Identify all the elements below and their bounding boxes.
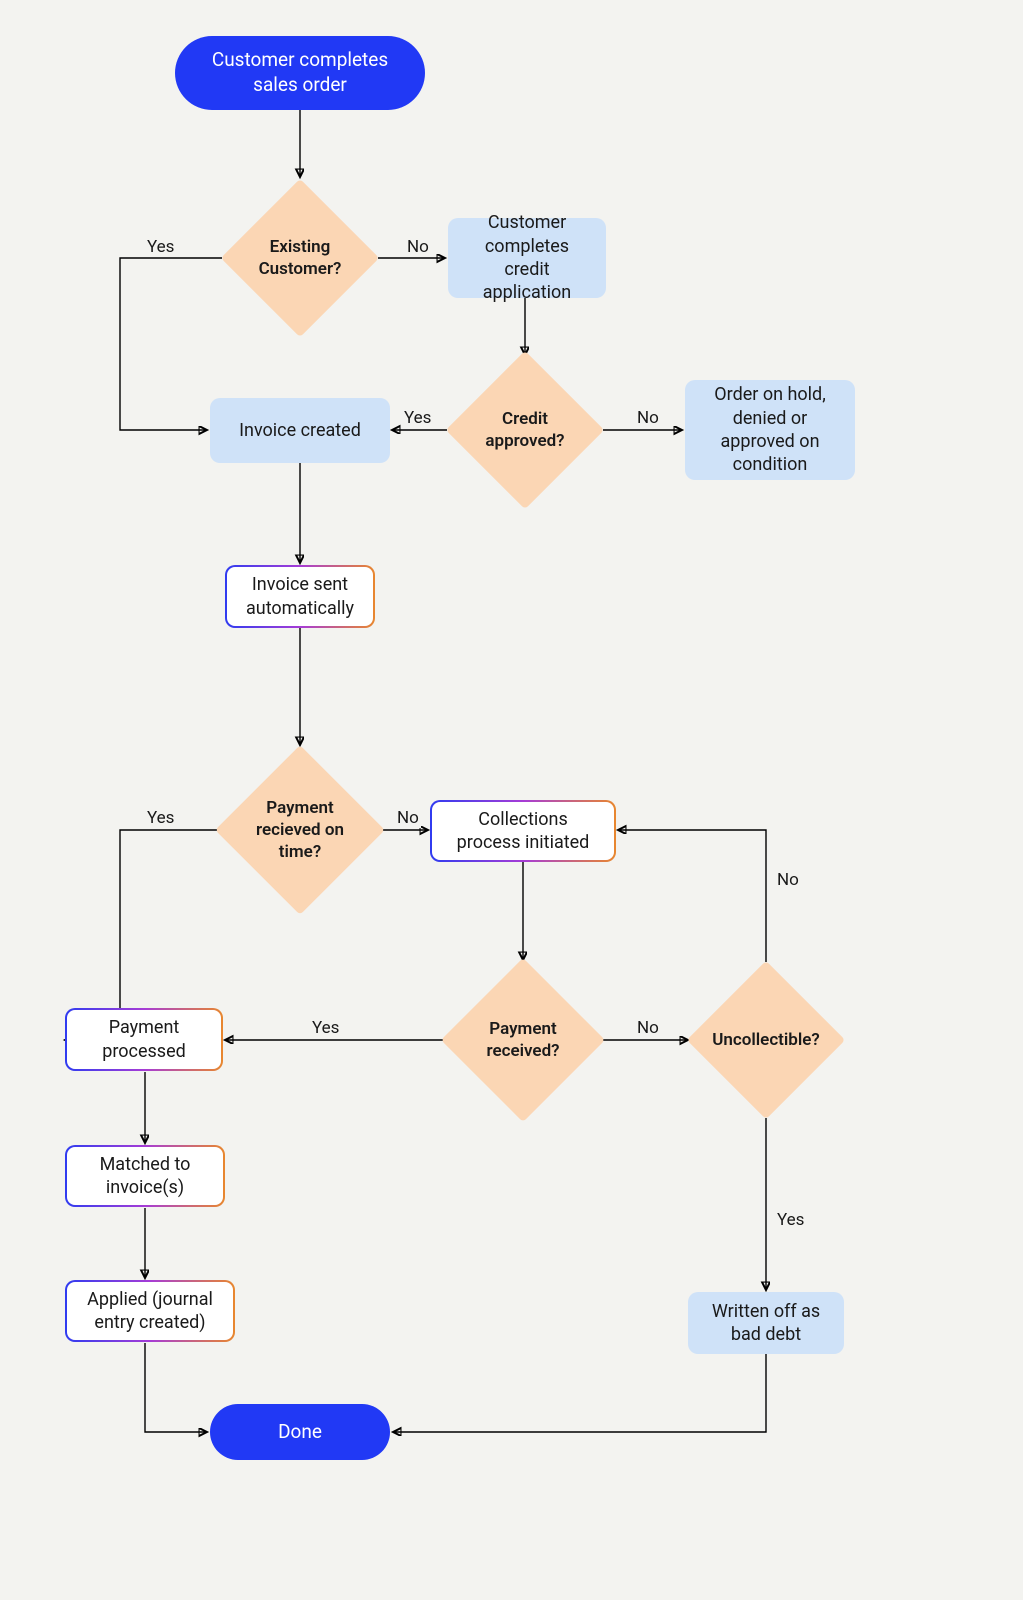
matched-node: Matched to invoice(s) <box>65 1145 225 1207</box>
edge-credit-no: No <box>635 408 661 428</box>
edge-ontime-yes: Yes <box>145 808 176 828</box>
written-off-label: Written off as bad debt <box>704 1300 828 1347</box>
existing-customer-decision: Existing Customer? <box>244 202 356 314</box>
payment-received-decision: Payment received? <box>465 982 581 1098</box>
invoice-sent-node: Invoice sent automatically <box>225 565 375 628</box>
payment-on-time-decision: Payment recieved on time? <box>240 770 360 890</box>
credit-approved-decision: Credit approved? <box>469 374 581 486</box>
credit-application-label: Customer completes credit application <box>464 211 590 305</box>
invoice-created-node: Invoice created <box>210 398 390 463</box>
applied-node: Applied (journal entry created) <box>65 1280 235 1342</box>
existing-customer-label: Existing Customer? <box>254 236 346 280</box>
credit-approved-label: Credit approved? <box>479 408 571 452</box>
done-label: Done <box>278 1420 322 1445</box>
edge-uncollectible-no: No <box>775 870 801 890</box>
invoice-created-label: Invoice created <box>239 419 361 442</box>
payment-processed-node: Payment processed <box>65 1008 223 1071</box>
done-node: Done <box>210 1404 390 1460</box>
uncollectible-decision: Uncollectible? <box>710 984 822 1096</box>
order-hold-label: Order on hold, denied or approved on con… <box>701 383 839 477</box>
edge-uncollectible-yes: Yes <box>775 1210 806 1230</box>
credit-application-node: Customer completes credit application <box>448 218 606 298</box>
collections-node: Collections process initiated <box>430 800 616 862</box>
order-hold-node: Order on hold, denied or approved on con… <box>685 380 855 480</box>
invoice-sent-label: Invoice sent automatically <box>243 573 357 620</box>
start-label: Customer completes sales order <box>191 48 409 97</box>
start-node: Customer completes sales order <box>175 36 425 110</box>
payment-processed-label: Payment processed <box>83 1016 205 1063</box>
collections-label: Collections process initiated <box>448 808 598 855</box>
written-off-node: Written off as bad debt <box>688 1292 844 1354</box>
applied-label: Applied (journal entry created) <box>83 1288 217 1335</box>
payment-received-label: Payment received? <box>475 1018 571 1062</box>
uncollectible-label: Uncollectible? <box>712 1029 820 1051</box>
payment-on-time-label: Payment recieved on time? <box>250 797 350 863</box>
edge-existing-yes: Yes <box>145 237 176 257</box>
edge-existing-no: No <box>405 237 431 257</box>
matched-label: Matched to invoice(s) <box>83 1153 207 1200</box>
edge-credit-yes: Yes <box>402 408 433 428</box>
edge-received-no: No <box>635 1018 661 1038</box>
edge-ontime-no: No <box>395 808 421 828</box>
edge-received-yes: Yes <box>310 1018 341 1038</box>
